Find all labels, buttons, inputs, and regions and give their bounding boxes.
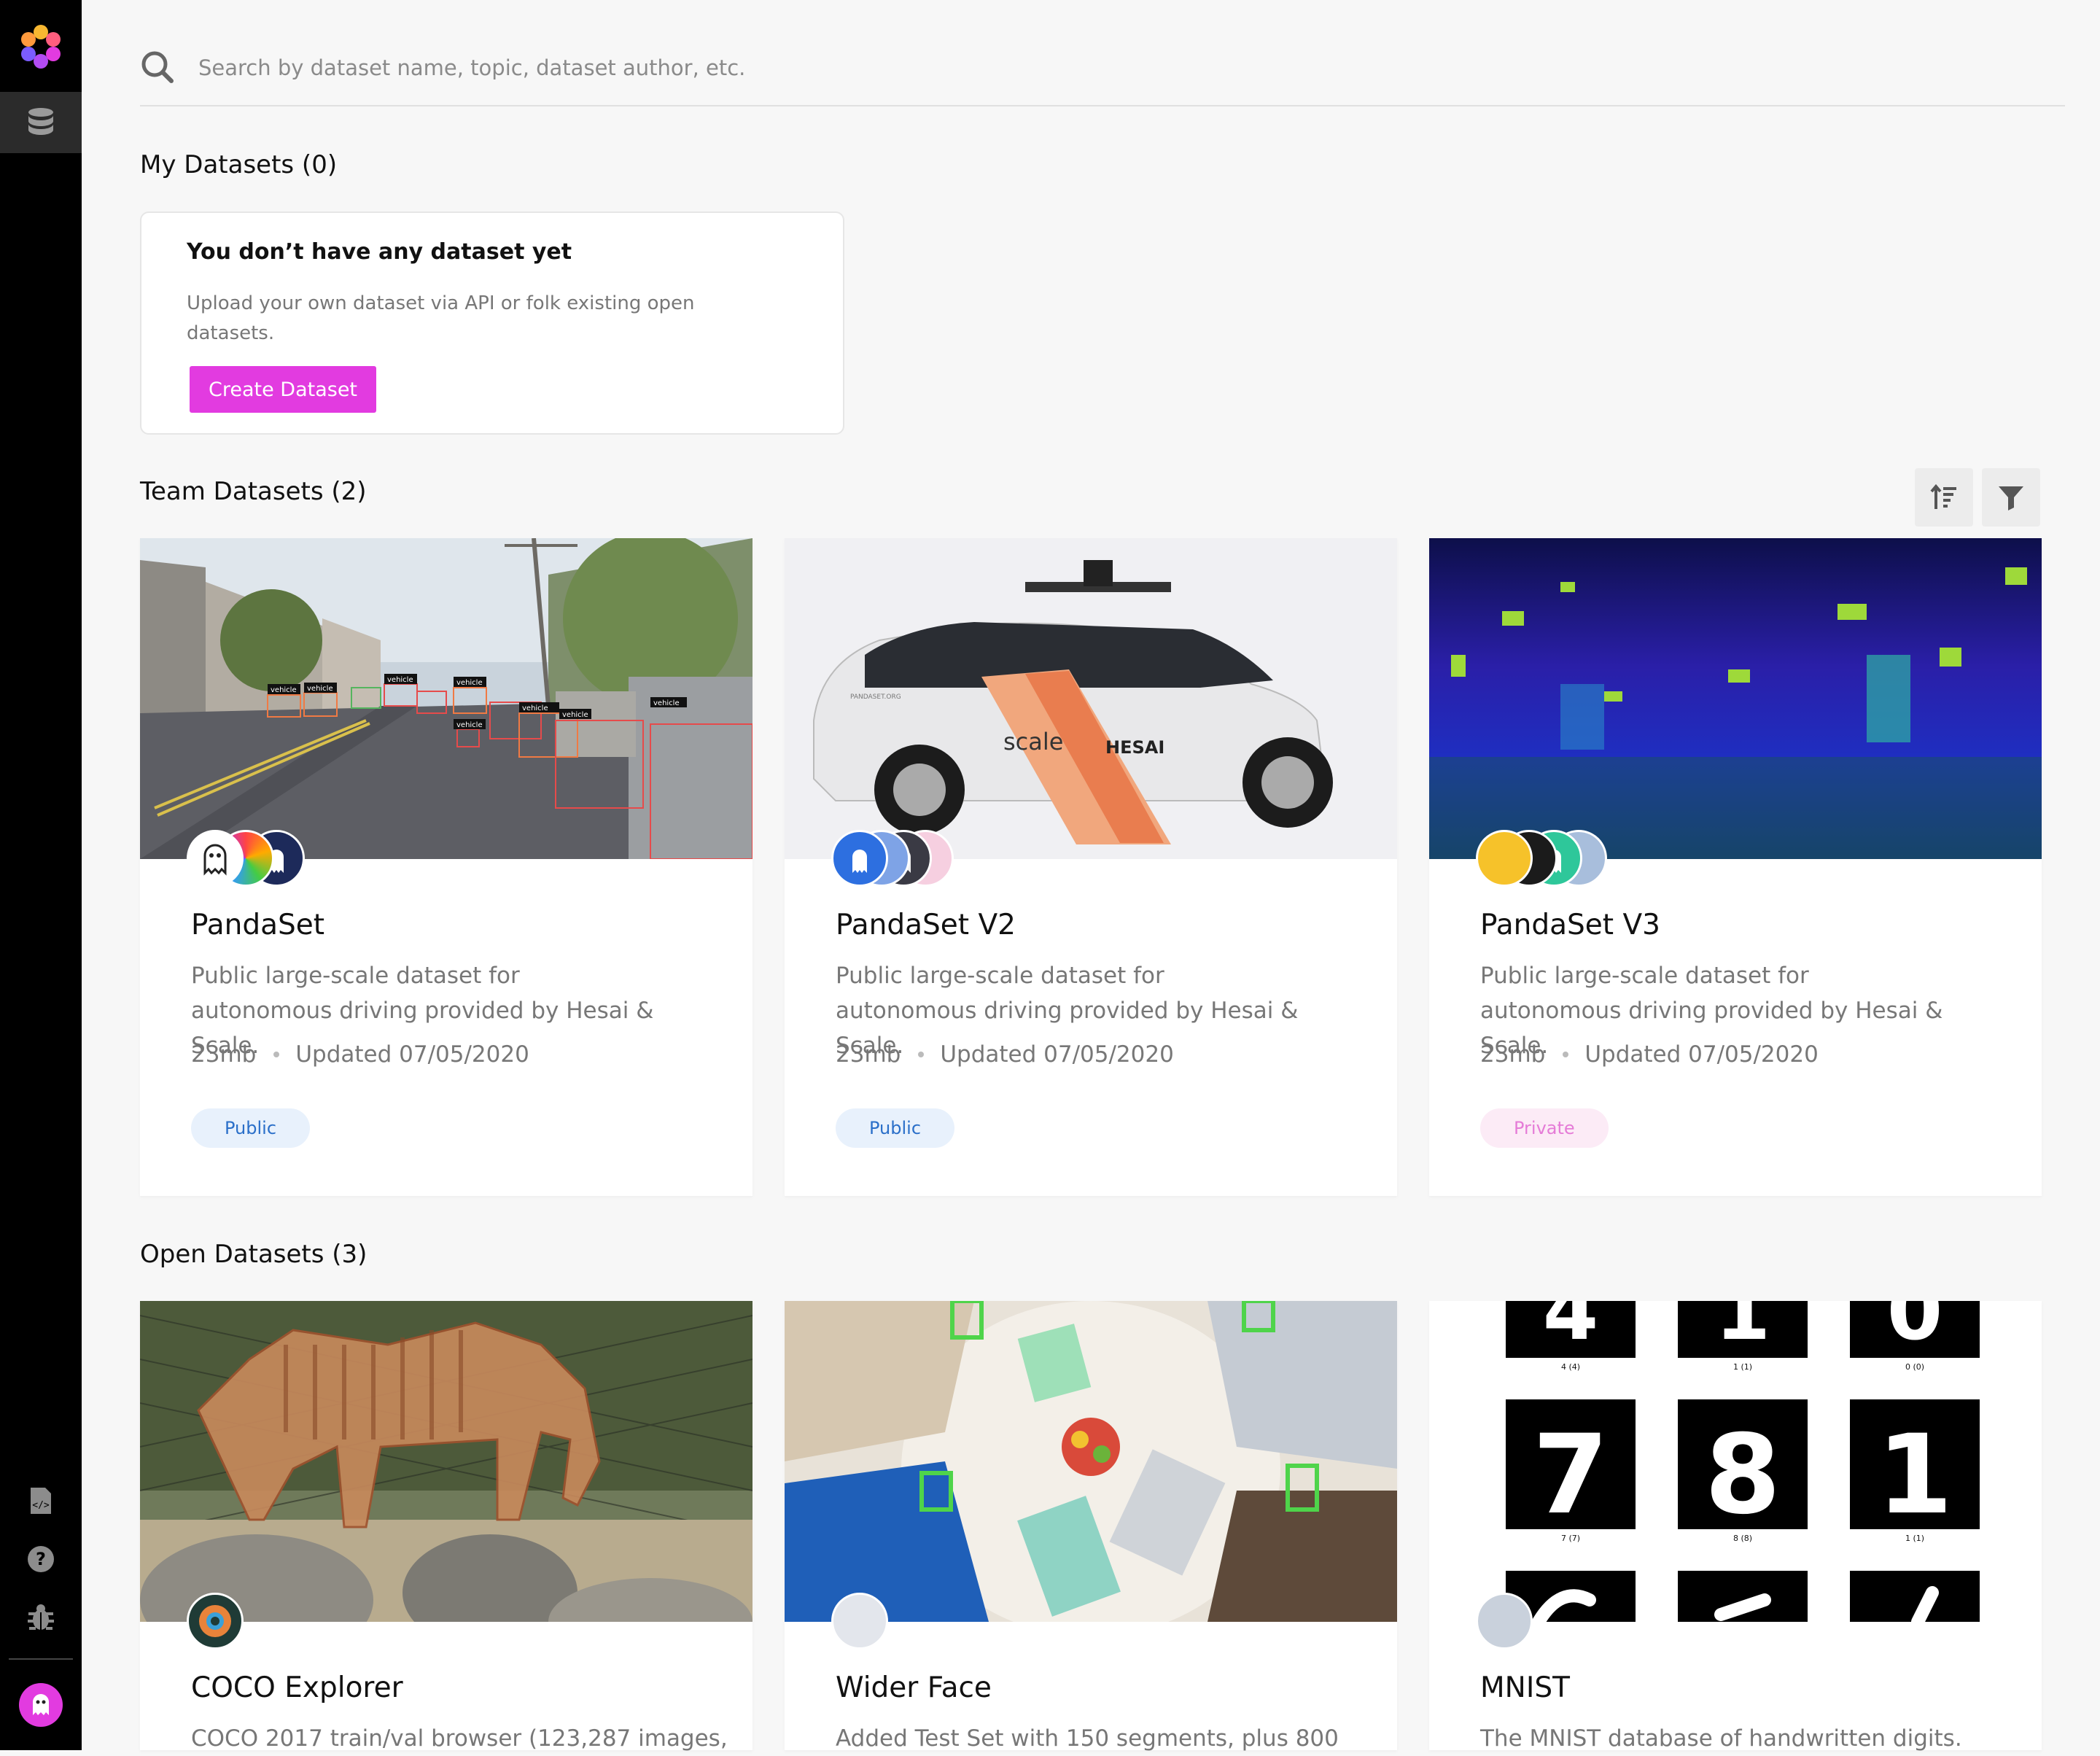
- visibility-badge: Public: [191, 1108, 311, 1148]
- search-bar: [140, 29, 2065, 106]
- avatar: [831, 1593, 888, 1650]
- user-avatar[interactable]: [0, 1683, 82, 1727]
- dataset-card-mnist[interactable]: 4 1 0 7 8 1 4 (4) 1 (1) 0 (0) 7 (7) 8 (8…: [1429, 1301, 2042, 1752]
- sidebar: </> ?: [0, 0, 82, 1750]
- avatar: [1476, 830, 1533, 887]
- dataset-updated: Updated 07/05/2020: [295, 1041, 529, 1068]
- svg-text:vehicle: vehicle: [522, 704, 548, 712]
- dataset-card-coco-explorer[interactable]: COCO Explorer COCO 2017 train/val browse…: [140, 1301, 752, 1752]
- dataset-thumbnail: scale HESAI PANDASET.ORG: [785, 538, 1397, 859]
- dataset-name[interactable]: PandaSet V3: [1480, 909, 1660, 941]
- svg-text:scale: scale: [1003, 728, 1063, 755]
- api-docs-icon[interactable]: </>: [0, 1480, 82, 1521]
- svg-text:vehicle: vehicle: [271, 686, 297, 694]
- svg-text:4 (4): 4 (4): [1561, 1362, 1580, 1372]
- empty-state-title: You don’t have any dataset yet: [187, 239, 572, 265]
- filter-icon: [1999, 486, 2023, 510]
- search-icon: [141, 51, 174, 83]
- sort-button[interactable]: [1915, 468, 1973, 527]
- help-icon[interactable]: ?: [0, 1539, 82, 1580]
- avatar: [187, 1593, 244, 1650]
- svg-text:HESAI: HESAI: [1105, 737, 1164, 758]
- dataset-name[interactable]: COCO Explorer: [191, 1671, 403, 1704]
- svg-text:</>: </>: [32, 1500, 50, 1511]
- svg-text:vehicle: vehicle: [653, 699, 680, 707]
- dataset-description: Added Test Set with 150 segments, plus 8…: [836, 1725, 1339, 1752]
- svg-text:vehicle: vehicle: [456, 679, 483, 687]
- dataset-description: The MNIST database of handwritten digits…: [1480, 1725, 1962, 1752]
- dataset-size: 23mb: [836, 1041, 901, 1068]
- svg-text:PANDASET.ORG: PANDASET.ORG: [850, 694, 901, 701]
- dataset-updated: Updated 07/05/2020: [1584, 1041, 1819, 1068]
- dataset-name[interactable]: PandaSet V2: [836, 909, 1016, 941]
- svg-text:8 (8): 8 (8): [1733, 1534, 1752, 1543]
- dataset-meta: 23mb Updated 07/05/2020: [836, 1041, 1174, 1068]
- dataset-thumbnail: [785, 1301, 1397, 1622]
- search-input[interactable]: [197, 50, 1658, 86]
- create-dataset-button[interactable]: Create Dataset: [190, 366, 376, 413]
- svg-text:1 (1): 1 (1): [1733, 1362, 1752, 1372]
- open-datasets-title: Open Datasets (3): [140, 1240, 368, 1269]
- dataset-size: 23mb: [191, 1041, 257, 1068]
- sidebar-divider: [9, 1658, 73, 1660]
- meta-separator: [273, 1052, 280, 1057]
- svg-text:1: 1: [1715, 1301, 1771, 1358]
- sort-icon: [1930, 483, 1956, 509]
- team-datasets-title: Team Datasets (2): [140, 477, 367, 506]
- bug-report-icon[interactable]: [0, 1597, 82, 1638]
- svg-text:1: 1: [1877, 1412, 1953, 1539]
- empty-state-body: Upload your own dataset via API or folk …: [187, 292, 695, 344]
- dataset-updated: Updated 07/05/2020: [940, 1041, 1174, 1068]
- avatar: [187, 830, 244, 887]
- dataset-size: 23mb: [1480, 1041, 1546, 1068]
- dataset-card-wider-face[interactable]: Wider Face Added Test Set with 150 segme…: [785, 1301, 1397, 1752]
- dataset-meta: 23mb Updated 07/05/2020: [191, 1041, 529, 1068]
- dataset-name[interactable]: MNIST: [1480, 1671, 1570, 1704]
- dataset-card-pandaset-v2[interactable]: scale HESAI PANDASET.ORG PandaSet V2 Pub…: [785, 538, 1397, 1196]
- dataset-card-pandaset-v3[interactable]: PandaSet V3 Public large-scale dataset f…: [1429, 538, 2042, 1196]
- svg-text:8: 8: [1705, 1412, 1781, 1539]
- datasets-nav[interactable]: [0, 92, 82, 153]
- svg-text:0: 0: [1887, 1301, 1943, 1358]
- svg-text:vehicle: vehicle: [456, 721, 483, 729]
- dataset-thumbnail: [1429, 538, 2042, 859]
- visibility-badge: Public: [836, 1108, 955, 1148]
- svg-text:?: ?: [36, 1549, 46, 1569]
- meta-separator: [1563, 1052, 1569, 1057]
- dataset-name[interactable]: Wider Face: [836, 1671, 992, 1704]
- dataset-meta: 23mb Updated 07/05/2020: [1480, 1041, 1819, 1068]
- dataset-thumbnail: 4 1 0 7 8 1 4 (4) 1 (1) 0 (0) 7 (7) 8 (8…: [1429, 1301, 2042, 1622]
- my-datasets-title: My Datasets (0): [140, 150, 338, 179]
- dataset-description: COCO 2017 train/val browser (123,287 ima…: [191, 1725, 728, 1752]
- dataset-name[interactable]: PandaSet: [191, 909, 324, 941]
- svg-text:7: 7: [1533, 1412, 1609, 1539]
- visibility-badge: Private: [1480, 1108, 1609, 1148]
- svg-text:vehicle: vehicle: [562, 711, 588, 719]
- logo-icon[interactable]: [0, 18, 82, 76]
- dataset-thumbnail: [140, 1301, 752, 1622]
- svg-text:vehicle: vehicle: [307, 685, 333, 693]
- svg-text:0 (0): 0 (0): [1905, 1362, 1924, 1372]
- avatar: [1476, 1593, 1533, 1650]
- dataset-thumbnail: vehicle vehicle vehicle vehicle vehicle …: [140, 538, 752, 859]
- dataset-card-pandaset[interactable]: vehicle vehicle vehicle vehicle vehicle …: [140, 538, 752, 1196]
- meta-separator: [918, 1052, 925, 1057]
- filter-button[interactable]: [1982, 468, 2040, 527]
- svg-text:4: 4: [1543, 1301, 1599, 1358]
- database-icon: [28, 108, 53, 135]
- avatar: [831, 830, 888, 887]
- empty-state-card: You don’t have any dataset yet Upload yo…: [140, 211, 844, 435]
- svg-text:vehicle: vehicle: [387, 676, 413, 684]
- svg-text:7 (7): 7 (7): [1561, 1534, 1580, 1543]
- svg-text:1 (1): 1 (1): [1905, 1534, 1924, 1543]
